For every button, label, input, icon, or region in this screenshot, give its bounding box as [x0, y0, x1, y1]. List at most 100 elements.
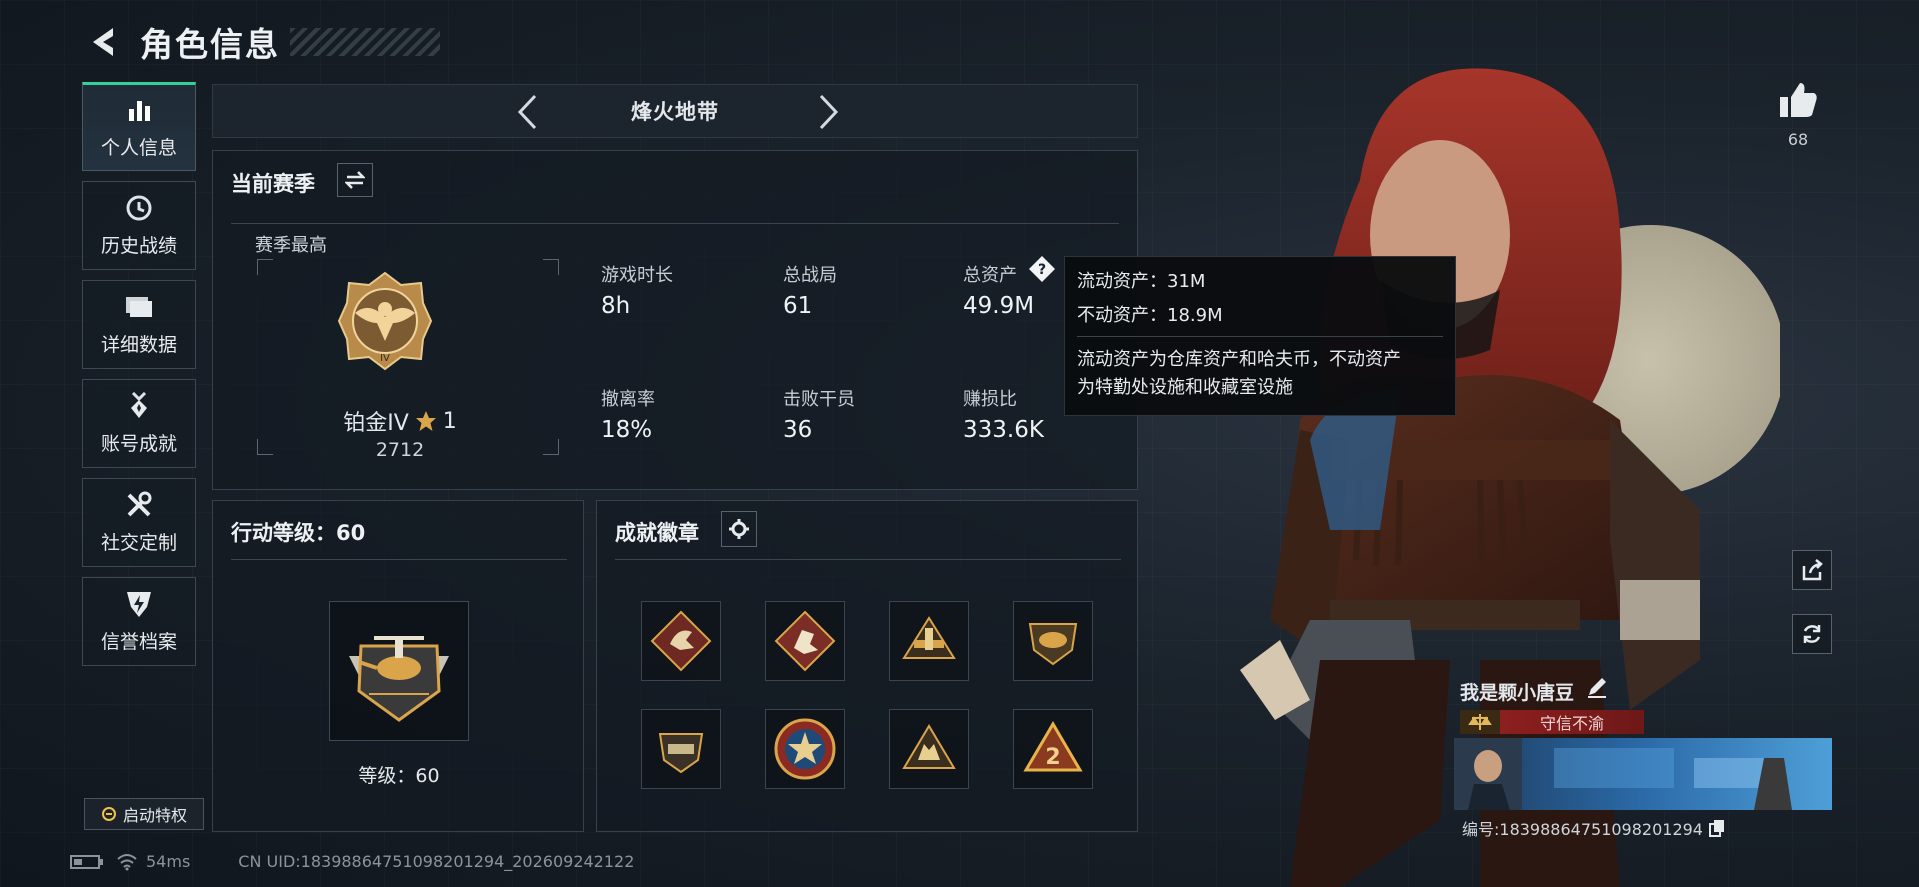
medal-icon	[124, 391, 154, 421]
tooltip-description-line1: 流动资产为仓库资产和哈夫币，不动资产	[1077, 349, 1401, 370]
like-button[interactable]	[1776, 78, 1820, 122]
thumbs-up-icon	[1780, 83, 1817, 117]
stat-extract-rate-value: 18%	[601, 417, 653, 443]
helicopter-emblem-icon	[349, 636, 449, 722]
dragon-badge-icon	[650, 610, 712, 672]
achievement-badge[interactable]	[641, 601, 721, 681]
scale-icon	[1468, 714, 1492, 730]
achievement-badge[interactable]	[641, 709, 721, 789]
refresh-icon	[1803, 625, 1821, 643]
reputation-scale-badge	[1460, 710, 1500, 734]
history-clock-icon	[124, 193, 154, 223]
achievement-badge[interactable]	[1013, 601, 1093, 681]
stat-matches-value: 61	[783, 293, 813, 319]
banner-art	[1454, 738, 1792, 810]
refresh-button[interactable]	[1792, 614, 1832, 654]
back-button[interactable]	[84, 22, 120, 62]
tooltip-liquid-assets: 流动资产：31M	[1077, 271, 1206, 292]
question-diamond-icon: ?	[1029, 256, 1055, 282]
share-icon	[1802, 559, 1823, 581]
stat-profit-ratio-value: 333.6K	[963, 417, 1044, 443]
launch-privilege-label: 启动特权	[122, 806, 187, 825]
back-arrow-icon	[93, 28, 113, 56]
tooltip-fixed-assets: 不动资产：18.9M	[1077, 305, 1223, 326]
next-mode-button[interactable]	[809, 91, 849, 133]
svg-text:2: 2	[1045, 745, 1060, 770]
achievements-divider	[615, 559, 1121, 560]
achievement-badge[interactable]: 2	[1013, 709, 1093, 789]
sidebar-item-reputation[interactable]: 信誉档案	[82, 577, 196, 666]
stat-assets-label: 总资产	[963, 265, 1017, 286]
rank-name: 铂金IV	[343, 411, 409, 436]
shield-bolt-icon	[124, 589, 154, 619]
frame-corner	[543, 439, 559, 455]
shield-badge-icon	[1028, 623, 1078, 666]
ping-value: 54ms	[146, 852, 191, 871]
action-level-divider	[231, 559, 567, 560]
achievement-badge[interactable]	[765, 601, 845, 681]
svg-text:?: ?	[1038, 262, 1046, 278]
tools-icon	[124, 490, 154, 520]
season-title: 当前赛季	[231, 172, 315, 196]
platinum-rank-emblem-icon: IV	[337, 271, 433, 371]
achievement-badge[interactable]	[765, 709, 845, 789]
player-id: 编号:1839886475109820​1294	[1462, 820, 1703, 839]
wifi-icon	[117, 853, 137, 870]
season-divider	[231, 223, 1119, 224]
player-banner	[1454, 738, 1832, 810]
sidebar-item-label: 个人信息	[100, 137, 177, 159]
edit-name-button[interactable]	[1586, 676, 1612, 702]
sidebar-item-label: 历史战绩	[100, 235, 177, 257]
tooltip-description-line2: 为特勤处设施和收藏室设施	[1077, 377, 1293, 398]
crest-badge-icon	[658, 733, 704, 774]
hand-badge-icon	[774, 610, 836, 672]
bar-chart-icon	[124, 95, 154, 125]
uid-text: CN UID:1839886475109820​1294_20260924212…	[238, 852, 635, 871]
tooltip-divider	[1077, 336, 1443, 337]
battery-icon	[70, 854, 103, 869]
sidebar-item-achievements[interactable]: 账号成就	[82, 379, 196, 468]
frame-corner	[257, 439, 273, 455]
status-bar: 54ms CN UID:1839886475109820​1294_202609…	[70, 852, 634, 871]
frame-corner	[257, 259, 273, 275]
sidebar-item-label: 账号成就	[100, 433, 177, 455]
level-emblem-frame	[329, 601, 469, 741]
prev-mode-button[interactable]	[507, 91, 547, 133]
assets-help-button[interactable]: ?	[1028, 255, 1056, 283]
share-button[interactable]	[1792, 550, 1832, 590]
svg-text:IV: IV	[380, 353, 390, 364]
sidebar-item-label: 社交定制	[100, 532, 177, 554]
player-id-row: 编号:1839886475109820​1294	[1462, 816, 1725, 840]
stat-kills-value: 36	[783, 417, 813, 443]
stat-kills-label: 击败干员	[783, 389, 855, 410]
chevron-right-icon	[819, 94, 839, 130]
pencil-icon	[1588, 678, 1606, 698]
frame-corner	[543, 259, 559, 275]
stat-playtime-label: 游戏时长	[601, 265, 673, 286]
season-best-label: 赛季最高	[255, 235, 327, 256]
achievement-badge[interactable]	[889, 709, 969, 789]
action-level-title: 行动等级：60	[231, 521, 366, 545]
achievements-title: 成就徽章	[615, 521, 699, 545]
launch-privilege-button[interactable]: 启动特权	[84, 798, 204, 830]
sidebar: 个人信息 历史战绩 详细数据 账号成就 社交定制 信誉档案	[82, 82, 196, 676]
star-badge-icon	[774, 718, 836, 780]
sidebar-item-social[interactable]: 社交定制	[82, 478, 196, 567]
rank-points: 2712	[375, 439, 425, 461]
achievement-badge[interactable]	[889, 601, 969, 681]
achievements-panel: 成就徽章 2	[596, 500, 1138, 832]
season-switch-button[interactable]	[337, 163, 373, 197]
sidebar-item-detailed-data[interactable]: 详细数据	[82, 280, 196, 369]
sidebar-item-label: 信誉档案	[100, 631, 177, 653]
rank-stars: 1	[442, 408, 457, 434]
rocket-icon	[101, 807, 116, 821]
assets-tooltip: 流动资产：31M 不动资产：18.9M 流动资产为仓库资产和哈夫币，不动资产 为…	[1064, 256, 1456, 416]
stat-profit-ratio-label: 赚损比	[963, 389, 1017, 410]
copy-icon[interactable]	[1709, 819, 1725, 837]
season-panel: 当前赛季 赛季最高 IV 铂金IV 1 2712 游戏时长 8h 总战局 61 …	[212, 150, 1138, 490]
sidebar-item-match-history[interactable]: 历史战绩	[82, 181, 196, 270]
sidebar-item-personal-info[interactable]: 个人信息	[82, 82, 196, 171]
achievements-settings-button[interactable]	[721, 511, 757, 547]
beast-badge-icon	[902, 724, 956, 769]
page-title: 角色信息	[140, 25, 280, 64]
